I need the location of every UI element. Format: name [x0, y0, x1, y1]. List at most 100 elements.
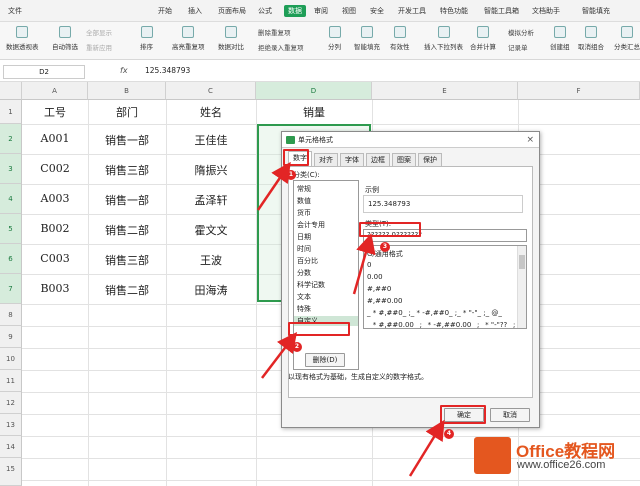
table-cell[interactable]: A003	[22, 192, 88, 205]
name-box[interactable]: D2	[3, 65, 85, 79]
row-header-1[interactable]: 1	[0, 100, 22, 124]
tab-review[interactable]: 审阅	[314, 6, 328, 16]
format-item[interactable]: #,##0.00	[367, 297, 402, 305]
table-cell[interactable]: 王波	[166, 252, 256, 268]
tab-page-layout[interactable]: 页面布局	[218, 6, 246, 16]
select-all-corner[interactable]	[0, 82, 22, 100]
table-cell[interactable]: C003	[22, 252, 88, 265]
header-cell-name[interactable]: 姓名	[166, 104, 256, 120]
category-item[interactable]: 常规	[297, 184, 311, 194]
table-cell[interactable]: A001	[22, 132, 88, 145]
close-icon[interactable]: ×	[526, 132, 534, 148]
table-cell[interactable]: 霍文文	[166, 222, 256, 238]
category-item[interactable]: 文本	[297, 292, 311, 302]
row-header-2[interactable]: 2	[0, 124, 22, 154]
tab-alignment[interactable]: 对齐	[314, 153, 338, 166]
table-cell[interactable]: 销售二部	[88, 222, 166, 238]
formula-input[interactable]: 125.348793	[145, 66, 190, 75]
category-item[interactable]: 分数	[297, 268, 311, 278]
row-header-10[interactable]: 10	[0, 348, 22, 370]
insert-dropdown-button[interactable]: 插入下拉列表	[424, 26, 463, 51]
row-header-9[interactable]: 9	[0, 326, 22, 348]
smart-fill-search[interactable]: 智能填充	[582, 6, 610, 16]
tab-security[interactable]: 安全	[370, 6, 384, 16]
tab-features[interactable]: 特色功能	[440, 6, 468, 16]
table-cell[interactable]: B002	[22, 222, 88, 235]
col-header-c[interactable]: C	[166, 82, 256, 100]
row-header-4[interactable]: 4	[0, 184, 22, 214]
row-header-6[interactable]: 6	[0, 244, 22, 274]
row-header-14[interactable]: 14	[0, 436, 22, 458]
highlight-duplicates-button[interactable]: 高亮重复项	[172, 26, 205, 51]
row-header-5[interactable]: 5	[0, 214, 22, 244]
header-cell-dept[interactable]: 部门	[88, 104, 166, 120]
smart-fill-button[interactable]: 智能填充	[354, 26, 380, 51]
format-list-scrollbar[interactable]	[517, 246, 526, 328]
table-cell[interactable]: 隋振兴	[166, 162, 256, 178]
fx-icon[interactable]: fx	[120, 66, 128, 75]
record-form-button[interactable]: 记录单	[508, 42, 528, 52]
autofilter-button[interactable]: 自动筛选	[52, 26, 78, 51]
scrollbar-thumb[interactable]	[519, 255, 525, 269]
tab-smart-tools[interactable]: 智能工具箱	[484, 6, 519, 16]
table-cell[interactable]: 销售一部	[88, 192, 166, 208]
format-item[interactable]: _ * #,##0.00_ ;_ * -#,##0.00_ ;_ * "-"??…	[367, 321, 526, 328]
pivot-table-button[interactable]: 数据透视表	[6, 26, 39, 51]
category-item[interactable]: 百分比	[297, 256, 318, 266]
validity-button[interactable]: 有效性	[390, 26, 410, 51]
col-header-b[interactable]: B	[88, 82, 166, 100]
category-item[interactable]: 会计专用	[297, 220, 325, 230]
row-header-11[interactable]: 11	[0, 370, 22, 392]
header-cell-id[interactable]: 工号	[22, 104, 88, 120]
table-cell[interactable]: 销售一部	[88, 132, 166, 148]
format-item[interactable]: #,##0	[367, 285, 391, 293]
tab-font[interactable]: 字体	[340, 153, 364, 166]
simulate-analysis-button[interactable]: 模拟分析	[508, 27, 534, 37]
header-cell-sales[interactable]: 销量	[256, 104, 372, 120]
row-header-15[interactable]: 15	[0, 458, 22, 486]
format-item[interactable]: 0.00	[367, 273, 383, 281]
category-item[interactable]: 日期	[297, 232, 311, 242]
table-cell[interactable]: 王佳佳	[166, 132, 256, 148]
table-cell[interactable]: C002	[22, 162, 88, 175]
category-list[interactable]: 常规 数值 货币 会计专用 日期 时间 百分比 分数 科学记数 文本 特殊 自定…	[293, 180, 359, 370]
split-column-button[interactable]: 分列	[328, 26, 341, 51]
tab-developer[interactable]: 开发工具	[398, 6, 426, 16]
tab-data[interactable]: 数据	[284, 5, 306, 17]
row-header-13[interactable]: 13	[0, 414, 22, 436]
tab-pattern[interactable]: 图案	[392, 153, 416, 166]
data-compare-button[interactable]: 数据对比	[218, 26, 244, 51]
col-header-e[interactable]: E	[372, 82, 518, 100]
cancel-button[interactable]: 取消	[490, 408, 530, 422]
col-header-a[interactable]: A	[22, 82, 88, 100]
tab-protection[interactable]: 保护	[418, 153, 442, 166]
table-cell[interactable]: 孟泽轩	[166, 192, 256, 208]
category-item[interactable]: 数值	[297, 196, 311, 206]
create-group-button[interactable]: 创建组	[550, 26, 570, 51]
col-header-d[interactable]: D	[256, 82, 372, 100]
menu-file[interactable]: 文件	[8, 6, 22, 16]
tab-border[interactable]: 边框	[366, 153, 390, 166]
col-header-f[interactable]: F	[518, 82, 640, 100]
tab-home[interactable]: 开始	[158, 6, 172, 16]
show-all-button[interactable]: 全部显示	[86, 27, 112, 37]
delete-duplicates-button[interactable]: 删除重复项	[258, 27, 291, 37]
table-cell[interactable]: 销售三部	[88, 162, 166, 178]
subtotal-button[interactable]: 分类汇总	[614, 26, 640, 51]
reapply-button[interactable]: 重新应用	[86, 42, 112, 52]
format-item[interactable]: 0	[367, 261, 371, 269]
row-header-7[interactable]: 7	[0, 274, 22, 304]
tab-formula[interactable]: 公式	[258, 6, 272, 16]
tab-doc-assistant[interactable]: 文档助手	[532, 6, 560, 16]
table-cell[interactable]: 田海涛	[166, 282, 256, 298]
table-cell[interactable]: 销售三部	[88, 252, 166, 268]
row-header-12[interactable]: 12	[0, 392, 22, 414]
reject-duplicates-button[interactable]: 拒绝录入重复项	[258, 42, 304, 52]
ungroup-button[interactable]: 取消组合	[578, 26, 604, 51]
delete-format-button[interactable]: 删除(D)	[305, 353, 345, 367]
category-item[interactable]: 时间	[297, 244, 311, 254]
sort-button[interactable]: 排序	[140, 26, 153, 51]
row-header-8[interactable]: 8	[0, 304, 22, 326]
merge-calc-button[interactable]: 合并计算	[470, 26, 496, 51]
tab-insert[interactable]: 插入	[188, 6, 202, 16]
